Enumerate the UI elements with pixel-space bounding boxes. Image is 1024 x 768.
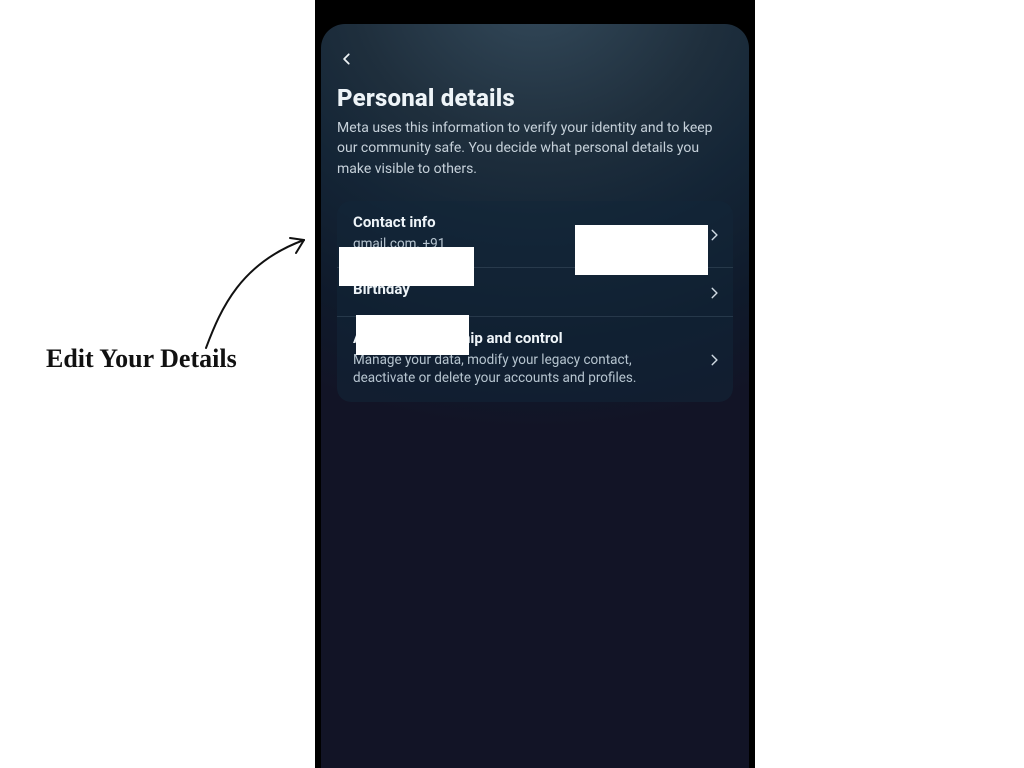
chevron-right-icon [707, 227, 721, 241]
page-title: Personal details [337, 84, 733, 112]
account-ownership-subtitle: Manage your data, modify your legacy con… [353, 351, 689, 387]
stage: Edit Your Details Personal details Meta … [0, 0, 1024, 768]
personal-details-panel: Personal details Meta uses this informat… [321, 24, 749, 768]
phone-frame: Personal details Meta uses this informat… [315, 0, 755, 768]
redaction-box [575, 225, 708, 275]
redaction-box [356, 315, 469, 355]
page-description: Meta uses this information to verify you… [337, 118, 733, 179]
phone-screen: Personal details Meta uses this informat… [315, 0, 755, 768]
redaction-box [339, 247, 474, 286]
chevron-right-icon [707, 352, 721, 366]
annotation-arrow-icon [186, 218, 326, 358]
chevron-right-icon [707, 285, 721, 299]
back-icon[interactable] [337, 49, 357, 69]
